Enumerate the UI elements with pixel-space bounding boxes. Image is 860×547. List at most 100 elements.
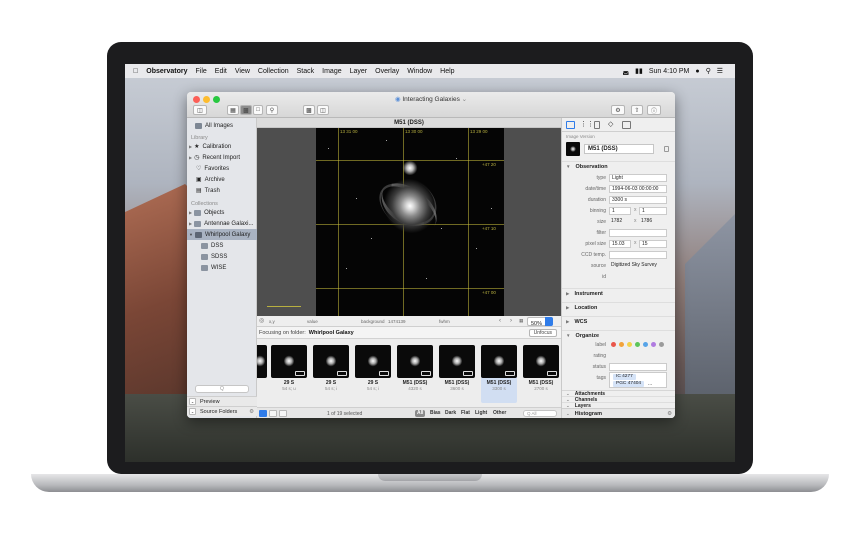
inspector-tab-layers[interactable]	[594, 121, 600, 129]
menu-window[interactable]: Window	[407, 68, 432, 75]
user-icon[interactable]: ●	[695, 68, 699, 75]
menu-view[interactable]: View	[235, 68, 250, 75]
unfocus-button[interactable]: Unfocus	[528, 329, 557, 337]
tag-chip[interactable]: PGC 47404	[613, 381, 645, 387]
thumbnail-selected[interactable]: M51 (DSS) 3300 s	[481, 345, 517, 403]
gear-icon[interactable]: ⚙	[667, 411, 672, 417]
gear-icon[interactable]: ⚙	[249, 409, 254, 415]
duration-field[interactable]: 3300 s	[609, 196, 667, 204]
thumbnail[interactable]: 29 S 54 s; i	[355, 345, 391, 403]
apple-icon[interactable]: 	[133, 68, 138, 75]
sidebar-item-all-images[interactable]: All Images	[187, 120, 257, 131]
inspector-tab-folder[interactable]	[622, 121, 631, 129]
section-wcs[interactable]: ▶ WCS	[562, 316, 675, 326]
binning-y-field[interactable]: 1	[639, 207, 667, 215]
disclosure-triangle-icon[interactable]: ▶	[566, 291, 569, 297]
filter-all[interactable]: All	[415, 410, 426, 417]
inspector-tab-overlay[interactable]: ◇	[608, 120, 617, 128]
spotlight-icon[interactable]: ⚲	[706, 67, 711, 75]
sidebar-item-objects[interactable]: ▶ Objects	[187, 207, 257, 218]
sidebar-item-sdss[interactable]: SDSS	[187, 251, 257, 262]
single-view-button[interactable]: □	[253, 105, 263, 115]
menu-image[interactable]: Image	[322, 68, 341, 75]
info-button[interactable]: ⓘ	[647, 105, 661, 115]
disclosure-triangle-icon[interactable]: ▶	[189, 210, 192, 215]
disclosure-triangle-open-icon[interactable]: ▼	[566, 164, 570, 169]
inspector-tab-image[interactable]	[566, 121, 575, 129]
filter-other[interactable]: Other	[491, 410, 508, 417]
thumbnail[interactable]: M51 (DSS) 4320 s	[397, 345, 433, 403]
chevron-right-icon[interactable]: ›	[510, 318, 512, 324]
settings-button[interactable]: ⚙	[611, 105, 625, 115]
pixel-size-x-field[interactable]: 15.03	[609, 240, 631, 248]
image-name-field[interactable]: M51 (DSS)	[584, 144, 654, 154]
thumbnail[interactable]: M51 (DSS) 2700 s	[523, 345, 559, 403]
disclosure-triangle-open-icon[interactable]: ▼	[566, 333, 570, 338]
menu-layer[interactable]: Layer	[350, 68, 368, 75]
binning-x-field[interactable]: 1	[609, 207, 631, 215]
thumbnail[interactable]: 29 S 54 s; u	[271, 345, 307, 403]
thumbnail[interactable]	[257, 345, 267, 403]
label-orange[interactable]	[619, 342, 624, 347]
menu-help[interactable]: Help	[440, 68, 454, 75]
disclosure-triangle-icon[interactable]: ▶	[189, 221, 192, 226]
chevron-down-icon[interactable]: ⌄	[462, 96, 467, 103]
sidebar-item-wise[interactable]: WISE	[187, 262, 257, 273]
disclosure-triangle-icon[interactable]: ▶	[189, 155, 192, 160]
datetime-field[interactable]: 1994-06-03 00:00:00	[609, 185, 667, 193]
menu-app[interactable]: Observatory	[146, 68, 187, 75]
sidebar-search-input[interactable]: Q	[195, 385, 249, 393]
sidebar-item-favorites[interactable]: ♡ Favorites	[187, 163, 257, 174]
menu-stack[interactable]: Stack	[297, 68, 315, 75]
label-blue[interactable]	[643, 342, 648, 347]
label-green[interactable]	[635, 342, 640, 347]
search-button[interactable]: ⚲	[266, 105, 278, 115]
image-viewer[interactable]: 13 31 00 13 30 00 13 29 00 +47 20 +47 10…	[257, 128, 561, 316]
chevron-down-icon[interactable]: ⌄	[566, 411, 570, 417]
rating-control[interactable]	[609, 352, 667, 360]
disclosure-triangle-icon[interactable]: ▶	[189, 144, 192, 149]
section-instrument[interactable]: ▶ Instrument	[562, 288, 675, 298]
sidebar-item-antennae-galaxies[interactable]: ▶ Antennae Galaxi...	[187, 218, 257, 229]
zoom-select[interactable]: 50%	[527, 317, 553, 327]
tags-field[interactable]: IC 4277 PGC 47404 ...	[609, 372, 667, 388]
filter-flat[interactable]: Flat	[459, 410, 472, 417]
menu-overlay[interactable]: Overlay	[375, 68, 399, 75]
inspector-tab-adjust[interactable]: ⋮⋮	[580, 120, 594, 128]
sidebar-item-whirlpool-galaxy[interactable]: ▼ Whirlpool Galaxy	[187, 229, 257, 240]
section-observation[interactable]: ▼ Observation	[562, 161, 675, 171]
sidebar-item-calibration[interactable]: ▶ ★ Calibration	[187, 141, 257, 152]
share-button[interactable]: ⇧	[631, 105, 643, 115]
section-histogram[interactable]: ⌄ Histogram ⚙	[562, 408, 675, 418]
target-icon[interactable]: ◎	[259, 317, 264, 324]
chevron-down-icon[interactable]	[545, 317, 553, 326]
viewer-view-button[interactable]: ▩	[240, 105, 252, 115]
grid-view-button[interactable]: ▦	[227, 105, 239, 115]
thumbnail[interactable]: 29 S 54 s; i	[313, 345, 349, 403]
section-location[interactable]: ▶ Location	[562, 302, 675, 312]
section-organize[interactable]: ▼ Organize	[562, 330, 675, 340]
chevron-down-icon[interactable]: ⌄	[189, 408, 196, 415]
preview-panel-toggle[interactable]: ⌄ Preview	[187, 396, 257, 406]
list-view-button[interactable]	[269, 410, 277, 417]
type-field[interactable]: Light	[609, 174, 667, 182]
label-yellow[interactable]	[627, 342, 632, 347]
sidebar-item-archive[interactable]: ▣ Archive	[187, 174, 257, 185]
menu-edit[interactable]: Edit	[215, 68, 227, 75]
filter-dark[interactable]: Dark	[443, 410, 458, 417]
filter-bias[interactable]: Bias	[428, 410, 443, 417]
notification-center-icon[interactable]: ☰	[717, 67, 723, 75]
pixel-size-y-field[interactable]: 15	[639, 240, 667, 248]
display-mode-button[interactable]: ▩	[303, 105, 315, 115]
filter-light[interactable]: Light	[473, 410, 489, 417]
strip-view-button[interactable]	[259, 410, 267, 417]
disclosure-triangle-open-icon[interactable]: ▼	[189, 232, 193, 237]
status-field[interactable]	[609, 363, 667, 371]
label-red[interactable]	[611, 342, 616, 347]
wifi-icon[interactable]: ◛	[622, 67, 629, 75]
disclosure-triangle-icon[interactable]: ▶	[566, 319, 569, 325]
grid-view-button[interactable]	[279, 410, 287, 417]
menu-collection[interactable]: Collection	[258, 68, 289, 75]
sidebar-item-recent-import[interactable]: ▶ ◷ Recent Import	[187, 152, 257, 163]
sidebar-toggle-button[interactable]: ◫	[193, 105, 207, 115]
